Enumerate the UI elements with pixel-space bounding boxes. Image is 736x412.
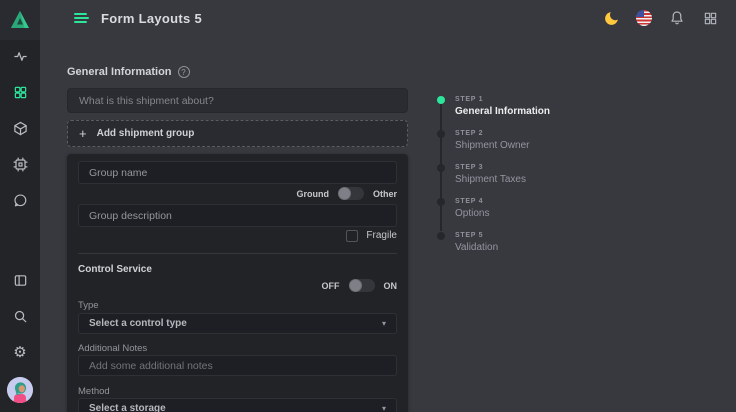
step-dot	[437, 130, 445, 138]
sidebar-item-dashboard[interactable]	[0, 77, 40, 107]
section-header: General Information ?	[67, 66, 408, 78]
chat-icon	[13, 193, 28, 208]
add-shipment-group-button[interactable]: + Add shipment group	[67, 120, 408, 147]
help-icon[interactable]: ?	[178, 66, 190, 78]
form-column: General Information ? + Add shipment gro…	[67, 66, 408, 412]
select-value: Select a control type	[89, 318, 187, 329]
us-flag-icon	[636, 10, 652, 26]
group-name-input[interactable]	[78, 161, 397, 184]
step-title: Shipment Owner	[455, 139, 529, 152]
toggle-right-label: Other	[373, 189, 397, 199]
control-service-label: Control Service	[78, 264, 397, 276]
theme-toggle-button[interactable]	[601, 8, 621, 28]
step-label: STEP 3	[455, 163, 526, 172]
chip-icon	[13, 157, 28, 172]
chevron-down-icon: ▾	[382, 319, 386, 328]
stepper: STEP 1 General Information STEP 2 Shipme…	[437, 95, 550, 265]
fragile-label: Fragile	[366, 230, 397, 241]
step-dot	[437, 164, 445, 172]
apps-menu-button[interactable]	[700, 8, 720, 28]
gear-icon: ⚙	[13, 345, 26, 360]
sidebar-item-layout[interactable]	[0, 265, 40, 295]
bell-icon	[669, 10, 685, 26]
triangle-logo-icon	[8, 8, 32, 32]
cube-icon	[13, 121, 28, 136]
moon-icon	[603, 10, 620, 27]
step-title: Validation	[455, 241, 498, 254]
apps-grid-icon	[703, 11, 718, 26]
section-title: General Information	[67, 66, 172, 78]
sidebar: ⚙	[0, 0, 40, 412]
plus-icon: +	[79, 126, 87, 141]
notifications-button[interactable]	[667, 8, 687, 28]
sidebar-item-messages[interactable]	[0, 185, 40, 215]
search-icon	[13, 309, 28, 324]
toggle-knob	[349, 279, 362, 292]
step-item-3[interactable]: STEP 3 Shipment Taxes	[437, 163, 550, 186]
top-header: Form Layouts 5	[40, 0, 736, 36]
fragile-row: Fragile	[78, 229, 397, 242]
step-label: STEP 1	[455, 95, 550, 104]
ground-other-toggle[interactable]	[338, 187, 364, 200]
ground-other-toggle-row: Ground Other	[78, 187, 397, 200]
step-title: Options	[455, 207, 489, 220]
step-item-1[interactable]: STEP 1 General Information	[437, 95, 550, 118]
step-item-4[interactable]: STEP 4 Options	[437, 197, 550, 220]
notes-label: Additional Notes	[78, 343, 397, 353]
shipment-about-input[interactable]	[67, 88, 408, 113]
additional-notes-input[interactable]	[78, 355, 397, 376]
step-title: General Information	[455, 105, 550, 118]
menu-toggle-icon[interactable]	[72, 11, 91, 25]
step-dot	[437, 232, 445, 240]
sidebar-item-packages[interactable]	[0, 113, 40, 143]
step-label: STEP 5	[455, 231, 498, 240]
activity-icon	[13, 49, 28, 64]
step-item-5[interactable]: STEP 5 Validation	[437, 231, 550, 254]
step-dot	[437, 198, 445, 206]
select-value: Select a storage	[89, 403, 166, 412]
app-window: ⚙ Form Layouts 5	[0, 0, 736, 412]
fragile-checkbox[interactable]	[346, 230, 358, 242]
sidebar-bottom: ⚙	[0, 265, 40, 412]
page-title: Form Layouts 5	[101, 11, 202, 26]
sidebar-item-devices[interactable]	[0, 149, 40, 179]
toggle-off-label: OFF	[322, 281, 340, 291]
step-label: STEP 4	[455, 197, 489, 206]
step-label: STEP 2	[455, 129, 529, 138]
language-selector[interactable]	[634, 8, 654, 28]
sidebar-item-activity[interactable]	[0, 41, 40, 71]
storage-method-select[interactable]: Select a storage ▾	[78, 398, 397, 412]
toggle-knob	[338, 187, 351, 200]
avatar-person-icon	[7, 377, 33, 403]
sidebar-item-search[interactable]	[0, 301, 40, 331]
step-dot	[437, 96, 445, 104]
user-avatar[interactable]	[7, 377, 33, 403]
control-type-select[interactable]: Select a control type ▾	[78, 313, 397, 334]
chevron-down-icon: ▾	[382, 404, 386, 412]
add-group-label: Add shipment group	[97, 128, 195, 139]
onoff-toggle[interactable]	[349, 279, 375, 292]
sidebar-item-settings[interactable]: ⚙	[0, 337, 40, 367]
step-item-2[interactable]: STEP 2 Shipment Owner	[437, 129, 550, 152]
card-divider	[78, 253, 397, 254]
type-label: Type	[78, 300, 397, 310]
toggle-on-label: ON	[384, 281, 398, 291]
app-logo[interactable]	[0, 0, 40, 40]
method-label: Method	[78, 386, 397, 396]
header-actions	[601, 8, 720, 28]
main-content: General Information ? + Add shipment gro…	[40, 36, 736, 412]
step-title: Shipment Taxes	[455, 173, 526, 186]
toggle-left-label: Ground	[296, 189, 329, 199]
group-description-input[interactable]	[78, 204, 397, 227]
grid-icon	[13, 85, 28, 100]
layout-icon	[13, 273, 28, 288]
onoff-toggle-row: OFF ON	[78, 279, 397, 292]
shipment-group-card: Ground Other Fragile Control Service OFF…	[67, 154, 408, 412]
sidebar-nav	[0, 41, 40, 221]
